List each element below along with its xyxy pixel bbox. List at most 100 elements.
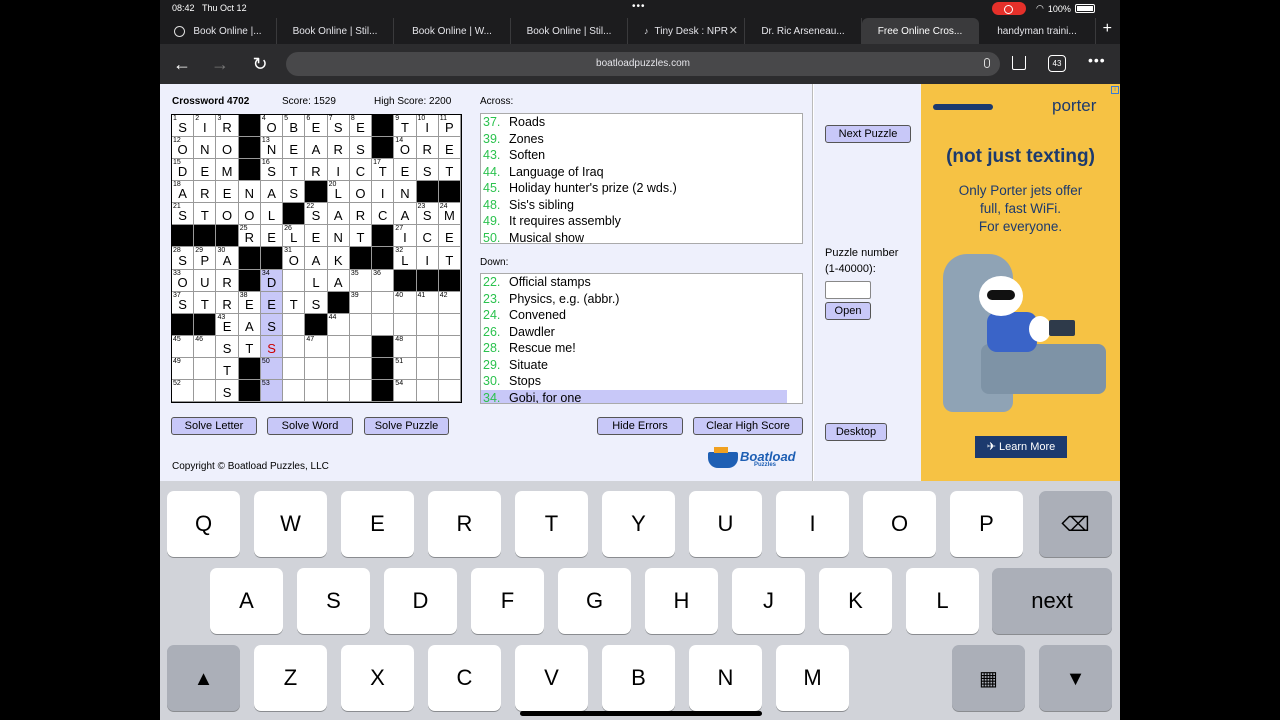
grid-cell[interactable]: T — [438, 159, 461, 182]
clue-item[interactable]: 34. Gobi, for one — [481, 389, 787, 403]
browser-tab[interactable]: Free Online Cros... — [862, 18, 979, 44]
clue-item[interactable]: 45. Holiday hunter's prize (2 wds.) — [481, 180, 802, 197]
grid-cell[interactable]: N — [194, 137, 217, 160]
grid-cell[interactable] — [438, 379, 461, 402]
key-r[interactable]: R — [428, 491, 501, 557]
grid-cell[interactable]: N — [238, 181, 261, 204]
key-s[interactable]: S — [297, 568, 370, 634]
dismiss-keyboard-key[interactable]: ▼ — [1039, 645, 1112, 711]
browser-tab[interactable]: Book Online |... — [160, 18, 277, 44]
grid-cell[interactable]: 3R — [216, 115, 239, 138]
grid-cell[interactable]: 36 — [372, 269, 395, 292]
grid-cell[interactable]: S — [216, 335, 239, 358]
microphone-icon[interactable] — [984, 58, 990, 68]
grid-cell[interactable]: 32 L — [394, 247, 417, 270]
key-n[interactable]: N — [689, 645, 762, 711]
close-tab-icon[interactable]: ✕ — [729, 24, 738, 37]
grid-cell[interactable]: 33 O — [172, 269, 195, 292]
grid-cell[interactable]: R — [305, 159, 328, 182]
grid-cell[interactable]: A — [327, 203, 350, 226]
grid-cell[interactable]: 34 D — [260, 269, 284, 292]
key-k[interactable]: K — [819, 568, 892, 634]
grid-cell[interactable]: O — [216, 203, 239, 226]
grid-cell[interactable]: S — [305, 291, 328, 314]
key-t[interactable]: T — [515, 491, 588, 557]
grid-cell[interactable]: U — [194, 269, 217, 292]
key-w[interactable]: W — [254, 491, 327, 557]
key-e[interactable]: E — [341, 491, 414, 557]
solve-puzzle-button[interactable]: Solve Puzzle — [364, 417, 449, 435]
grid-cell[interactable]: 31 O — [283, 247, 306, 270]
home-indicator[interactable] — [520, 711, 762, 716]
back-icon[interactable]: ← — [170, 52, 194, 76]
grid-cell[interactable] — [438, 357, 461, 380]
grid-cell[interactable]: 6E — [305, 115, 328, 138]
grid-cell[interactable]: E — [216, 181, 239, 204]
grid-cell[interactable] — [438, 335, 461, 358]
grid-cell[interactable]: A — [238, 313, 261, 336]
grid-cell[interactable] — [416, 379, 439, 402]
grid-cell[interactable]: A — [305, 137, 328, 160]
grid-cell[interactable]: 17 T — [372, 159, 395, 182]
grid-cell[interactable]: 41 — [416, 291, 439, 314]
grid-cell[interactable]: 35 — [349, 269, 373, 292]
browser-tab[interactable]: Book Online | Stil... — [277, 18, 394, 44]
reload-icon[interactable]: ↻ — [248, 52, 272, 76]
key-f[interactable]: F — [471, 568, 544, 634]
grid-cell[interactable]: 43 E — [216, 313, 239, 336]
grid-cell[interactable]: T — [238, 335, 261, 358]
grid-cell[interactable]: C — [416, 225, 439, 248]
grid-cell[interactable]: E — [438, 137, 461, 160]
clue-item[interactable]: 30. Stops — [481, 373, 802, 390]
key-z[interactable]: Z — [254, 645, 327, 711]
grid-cell[interactable] — [416, 335, 439, 358]
ad-info-icon[interactable]: i — [1111, 86, 1119, 94]
crossword-grid[interactable]: 1 S 2 I 3 R 4 O 5 B 6 E 7 S 8 E 9 T 10 I 11 P 12 O N O 13 N E A R S 14 O R… — [171, 114, 462, 403]
key-y[interactable]: Y — [602, 491, 675, 557]
grid-cell[interactable] — [372, 313, 395, 336]
boatload-logo[interactable]: Boatload Puzzles — [708, 447, 803, 472]
grid-cell[interactable]: R — [327, 137, 350, 160]
clue-item[interactable]: 28. Rescue me! — [481, 340, 802, 357]
grid-cell[interactable]: 5B — [283, 115, 306, 138]
grid-cell[interactable]: R — [216, 291, 239, 314]
grid-cell[interactable]: K — [327, 247, 350, 270]
grid-cell[interactable] — [327, 335, 350, 358]
key-m[interactable]: M — [776, 645, 849, 711]
grid-cell[interactable]: 11 P — [438, 115, 461, 138]
grid-cell[interactable]: L — [260, 203, 284, 226]
grid-cell[interactable]: I — [416, 247, 439, 270]
grid-cell[interactable]: E — [260, 291, 284, 314]
browser-tab[interactable]: Book Online | Stil... — [511, 18, 628, 44]
grid-cell[interactable] — [194, 357, 217, 380]
forward-icon[interactable]: → — [208, 52, 232, 76]
grid-cell[interactable]: 27 I — [394, 225, 417, 248]
grid-cell[interactable]: S — [283, 181, 306, 204]
grid-cell[interactable] — [416, 357, 439, 380]
grid-cell[interactable] — [283, 357, 306, 380]
grid-cell[interactable]: C — [372, 203, 395, 226]
clear-high-score-button[interactable]: Clear High Score — [693, 417, 803, 435]
keyboard-layout-key[interactable]: ▦ — [952, 645, 1025, 711]
advertisement[interactable]: porter i (not just texting) Only Porter … — [921, 84, 1120, 481]
key-p[interactable]: P — [950, 491, 1023, 557]
grid-cell[interactable]: 38 E — [238, 291, 261, 314]
clue-item[interactable]: 50. Musical show — [481, 230, 802, 244]
key-u[interactable]: U — [689, 491, 762, 557]
new-tab-icon[interactable]: + — [1103, 20, 1112, 38]
grid-cell[interactable]: 21 S — [172, 203, 195, 226]
grid-cell[interactable] — [349, 357, 373, 380]
grid-cell[interactable]: 42 — [438, 291, 461, 314]
grid-cell[interactable] — [305, 357, 328, 380]
grid-cell[interactable]: 15 D — [172, 159, 195, 182]
grid-cell[interactable]: N — [394, 181, 417, 204]
grid-cell[interactable] — [283, 379, 306, 402]
more-options-icon[interactable]: ••• — [1088, 52, 1106, 68]
key-h[interactable]: H — [645, 568, 718, 634]
grid-cell[interactable]: T — [283, 291, 306, 314]
clue-item[interactable]: 44. Language of Iraq — [481, 164, 802, 181]
browser-tab[interactable]: handyman traini... — [979, 18, 1096, 44]
grid-cell[interactable]: 30 A — [216, 247, 239, 270]
clue-item[interactable]: 49. It requires assembly — [481, 213, 802, 230]
grid-cell[interactable] — [394, 313, 417, 336]
